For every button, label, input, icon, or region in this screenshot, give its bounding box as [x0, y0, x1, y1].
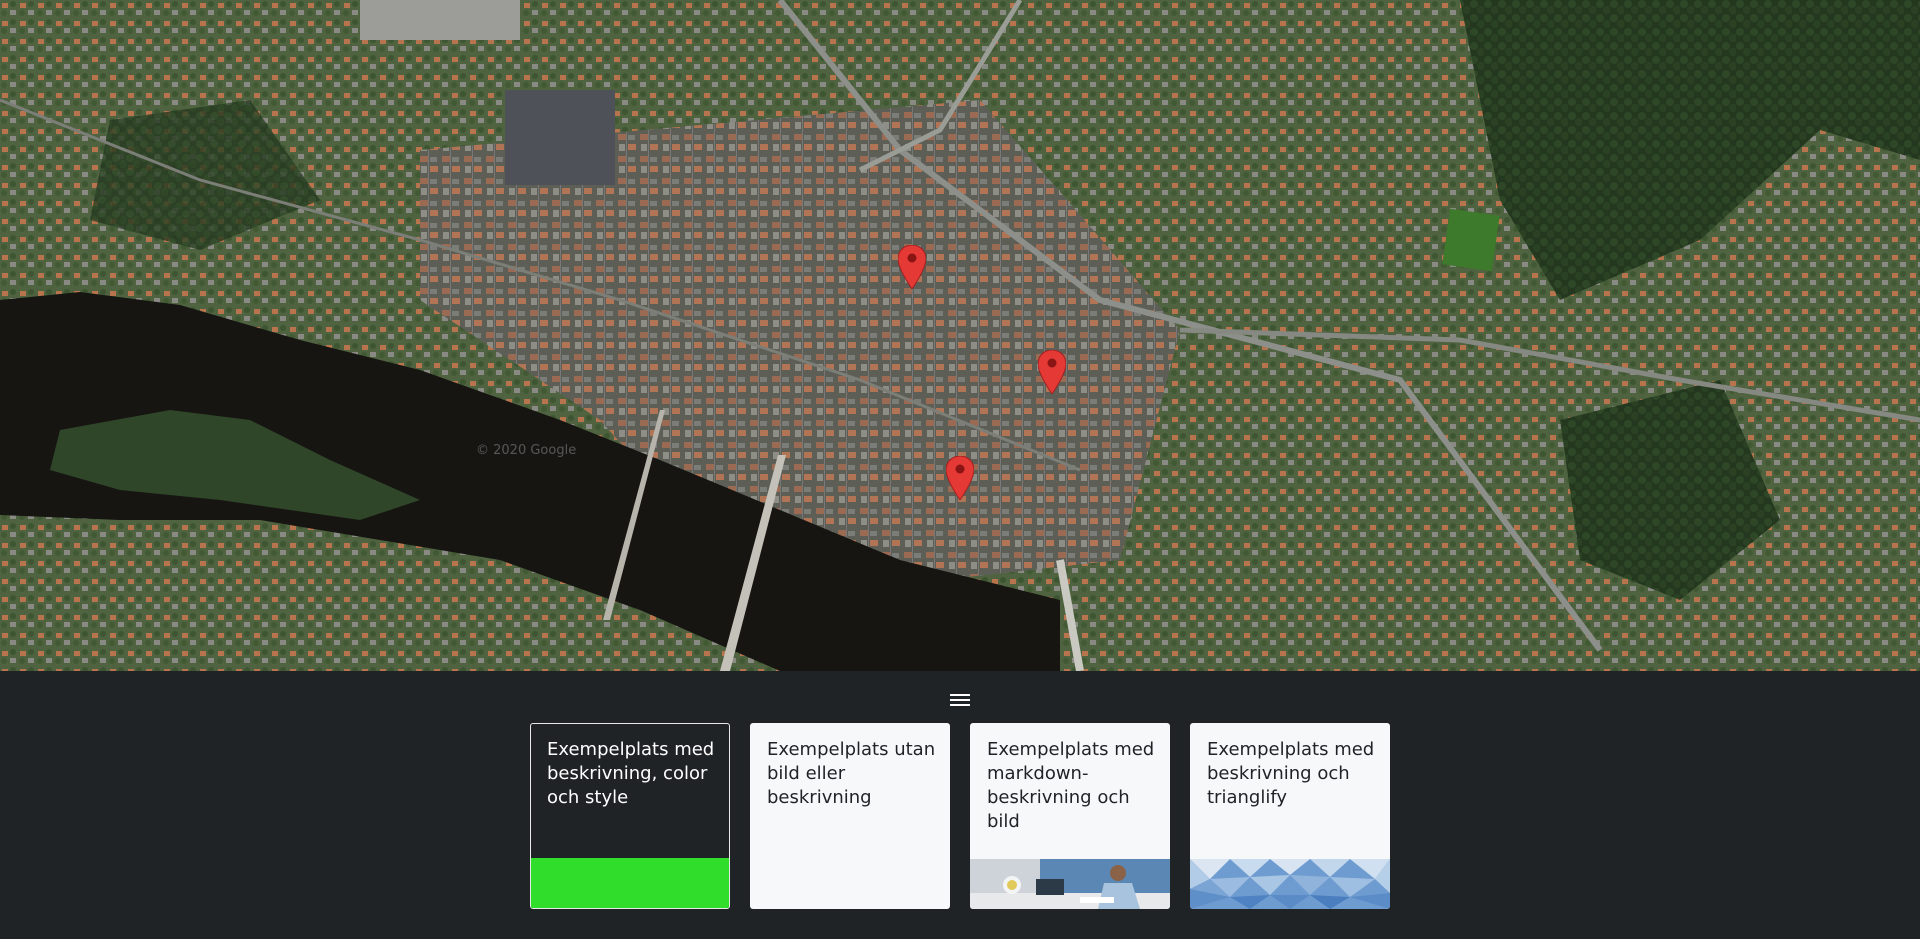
- place-card-title: Exempelplats utan bild eller beskrivning: [767, 739, 936, 808]
- map-imagery: [0, 0, 1920, 671]
- map-marker-1[interactable]: [898, 245, 926, 289]
- hamburger-menu-icon[interactable]: [950, 691, 970, 709]
- places-panel: Exempelplats med beskrivning, color och …: [0, 671, 1920, 939]
- blue-triangle-pattern: [1190, 859, 1390, 909]
- photo-person-at-desk: [970, 859, 1170, 909]
- map-pin-icon: [898, 245, 926, 289]
- place-card-title: Exempelplats med markdown-beskrivning oc…: [987, 739, 1155, 832]
- map-pin-icon: [1038, 350, 1066, 394]
- place-card-1[interactable]: Exempelplats med beskrivning, color och …: [530, 723, 730, 909]
- place-card-2[interactable]: Exempelplats utan bild eller beskrivning: [750, 723, 950, 909]
- place-cards: Exempelplats med beskrivning, color och …: [530, 723, 1390, 909]
- map-pin-icon: [946, 456, 974, 500]
- place-card-3[interactable]: Exempelplats med markdown-beskrivning oc…: [970, 723, 1170, 909]
- map-marker-2[interactable]: [1038, 350, 1066, 394]
- map-marker-3[interactable]: [946, 456, 974, 500]
- map-watermark: © 2020 Google: [476, 443, 577, 458]
- place-card-4[interactable]: Exempelplats med beskrivning och triangl…: [1190, 723, 1390, 909]
- satellite-map[interactable]: © 2020 Google: [0, 0, 1920, 671]
- place-card-title: Exempelplats med beskrivning och triangl…: [1207, 739, 1375, 808]
- green-color-block: [531, 858, 729, 908]
- place-card-title: Exempelplats med beskrivning, color och …: [547, 739, 715, 808]
